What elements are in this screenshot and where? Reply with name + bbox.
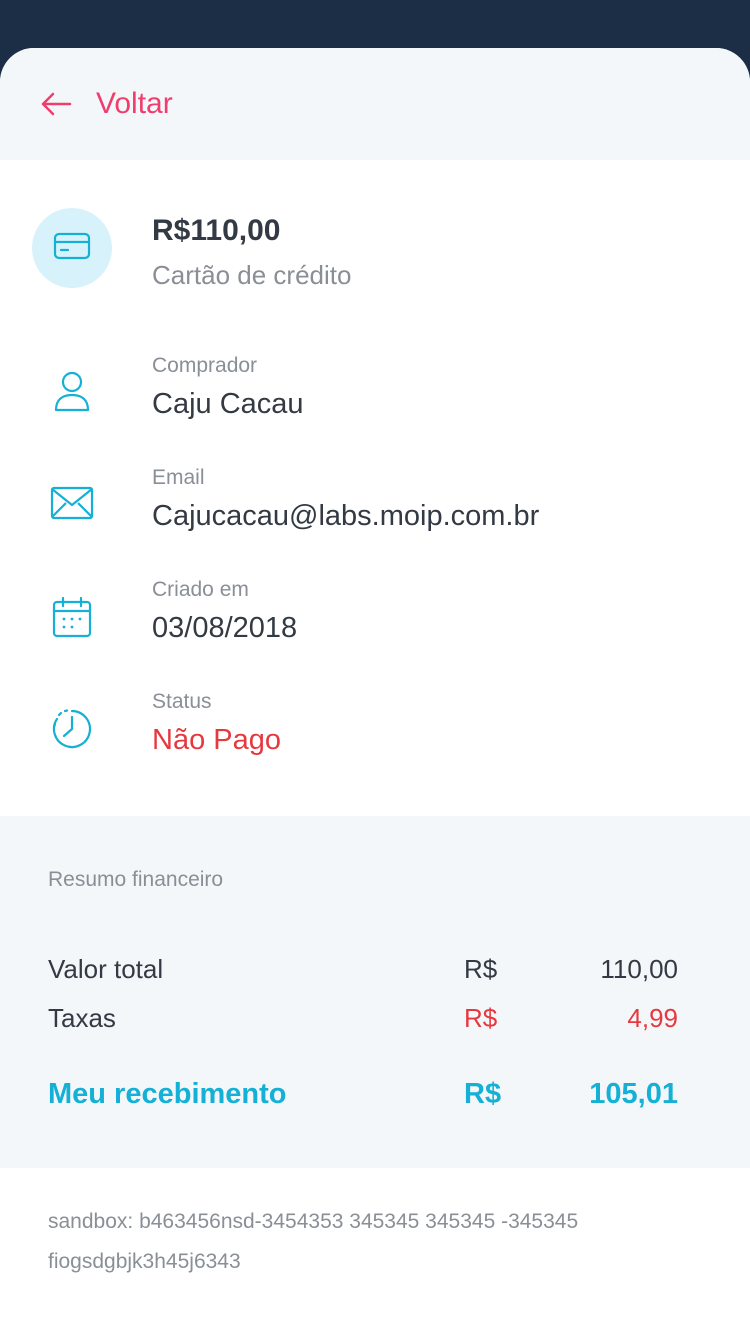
sandbox-line-2: fiogsdgbjk3h45j6343 (48, 1250, 241, 1273)
back-label: Voltar (96, 87, 173, 120)
credit-card-badge (32, 208, 112, 288)
header-bar: Voltar (0, 48, 750, 160)
summary-row-fees: Taxas R$ 4,99 (48, 1003, 678, 1043)
summary-row-value: 105,01 (589, 1078, 678, 1110)
detail-label: Comprador (152, 354, 258, 377)
calendar-icon (32, 596, 112, 638)
mail-icon (32, 486, 112, 520)
summary-row-currency: R$ (464, 1078, 502, 1110)
buyer-name: Caju Cacau (152, 388, 304, 420)
financial-summary: Resumo financeiro Valor total R$ 110,00 … (0, 816, 750, 1168)
summary-row-currency: R$ (464, 954, 498, 984)
detail-row-buyer: Comprador Caju Cacau (0, 354, 750, 434)
clock-icon (32, 708, 112, 750)
summary-row-value: 110,00 (600, 954, 678, 984)
detail-sheet: Voltar R$110,00 Cartão de crédito Compra… (0, 48, 750, 1334)
summary-row-label: Taxas (48, 1003, 116, 1033)
summary-row-label: Meu recebimento (48, 1078, 287, 1110)
detail-label: Email (152, 466, 205, 489)
summary-row-currency: R$ (464, 1003, 498, 1033)
payment-method: Cartão de crédito (152, 260, 352, 290)
payment-amount: R$110,00 (152, 214, 281, 247)
back-button[interactable]: Voltar (40, 78, 173, 130)
status-value: Não Pago (152, 724, 281, 756)
summary-row-value: 4,99 (627, 1003, 678, 1033)
credit-card-icon (52, 230, 92, 267)
created-date: 03/08/2018 (152, 612, 298, 644)
payment-summary-row: R$110,00 Cartão de crédito (0, 208, 750, 298)
detail-label: Status (152, 690, 212, 713)
summary-row-label: Valor total (48, 954, 164, 984)
sandbox-id-text: sandbox: b463456nsd-3454353 345345 34534… (48, 1202, 708, 1282)
detail-row-status: Status Não Pago (0, 690, 750, 770)
summary-row-net: Meu recebimento R$ 105,01 (48, 1078, 678, 1118)
arrow-left-icon (40, 92, 72, 116)
buyer-email: Cajucacau@labs.moip.com.br (152, 500, 540, 532)
user-icon (32, 370, 112, 414)
sandbox-line-1: sandbox: b463456nsd-3454353 345345 34534… (48, 1210, 579, 1233)
summary-title: Resumo financeiro (48, 868, 224, 891)
detail-row-email: Email Cajucacau@labs.moip.com.br (0, 466, 750, 546)
detail-label: Criado em (152, 578, 249, 601)
detail-row-created: Criado em 03/08/2018 (0, 578, 750, 658)
summary-row-total: Valor total R$ 110,00 (48, 954, 678, 994)
